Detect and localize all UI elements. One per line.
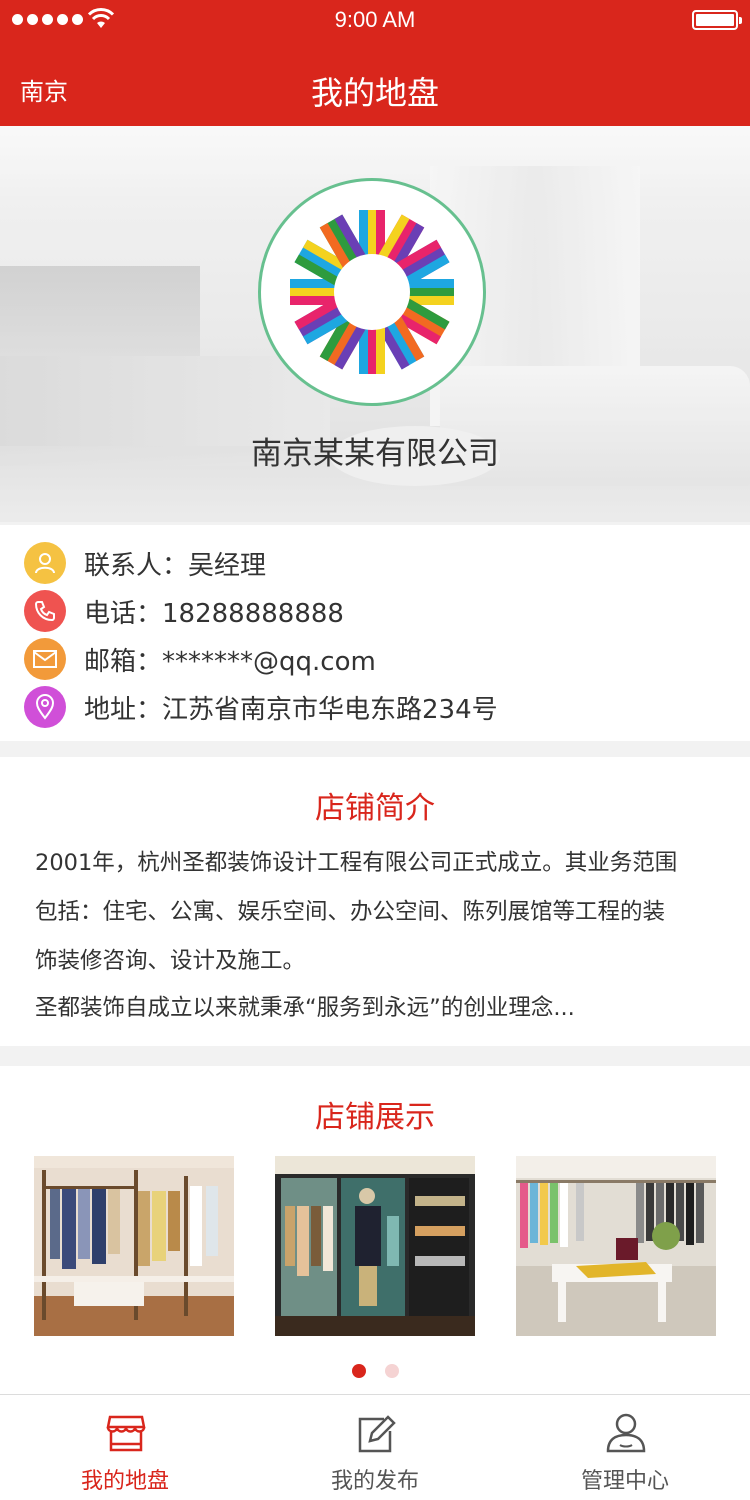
tab-management[interactable]: 管理中心 (500, 1395, 750, 1500)
tab-my-posts[interactable]: 我的发布 (250, 1395, 500, 1500)
store-showcase: 店铺展示 (0, 1066, 750, 1394)
contact-phone-row: 电话：18288888888 (24, 590, 344, 632)
intro-line[interactable]: 圣都装饰自成立以来就秉承“服务到永远”的创业理念... (35, 990, 725, 1022)
phone-icon (24, 590, 66, 632)
contact-person-row: 联系人：吴经理 (24, 542, 266, 584)
colorful-sun-logo-icon (290, 210, 454, 374)
intro-line: 饰装修咨询、设计及施工。 (35, 948, 306, 974)
intro-line: 包括：住宅、公寓、娱乐空间、办公空间、陈列展馆等工程的装 (35, 899, 666, 925)
contact-phone[interactable]: 电话：18288888888 (84, 593, 344, 630)
clothing-rack-photo[interactable] (34, 1156, 234, 1336)
app-screen: 9:00 AM 南京 我的地盘 南京某某有限公司 联系人：吴经理 电话：1828… (0, 0, 750, 1500)
store-display-photo[interactable] (516, 1156, 716, 1336)
contact-info: 联系人：吴经理 电话：18288888888 邮箱：*******@qq.com… (0, 525, 750, 741)
contact-email-row: 邮箱：*******@qq.com (24, 638, 376, 680)
carousel-dot-active[interactable] (351, 1364, 366, 1378)
mail-icon (24, 638, 66, 680)
battery-icon (692, 10, 742, 30)
carousel-indicator (0, 1364, 750, 1378)
showcase-title: 店铺展示 (315, 1100, 435, 1135)
tab-label: 我的地盘 (80, 1469, 169, 1494)
store-banner: 南京某某有限公司 (0, 126, 750, 522)
tab-my-territory[interactable]: 我的地盘 (0, 1395, 250, 1500)
edit-icon (358, 1415, 396, 1453)
tab-label: 管理中心 (580, 1469, 669, 1494)
carousel-dot[interactable] (384, 1364, 399, 1378)
tab-bar: 我的地盘 我的发布 管理中心 (0, 1394, 750, 1500)
tab-label: 我的发布 (330, 1469, 419, 1494)
contact-person: 联系人：吴经理 (84, 550, 267, 581)
store-icon (106, 1415, 146, 1452)
person-icon (24, 542, 66, 584)
page-title: 我的地盘 (310, 74, 439, 112)
contact-address-row: 地址：江苏省南京市华电东路234号 (24, 686, 498, 728)
boutique-interior-photo[interactable] (275, 1156, 475, 1336)
contact-address[interactable]: 地址：江苏省南京市华电东路234号 (84, 689, 498, 726)
store-intro: 店铺简介 2001年，杭州圣都装饰设计工程有限公司正式成立。其业务范围 包括：住… (0, 757, 750, 1046)
company-name: 南京某某有限公司 (251, 436, 499, 472)
contact-email[interactable]: 邮箱：*******@qq.com (84, 641, 376, 678)
user-icon (606, 1413, 646, 1453)
location-icon (24, 686, 66, 728)
intro-title: 店铺简介 (315, 791, 435, 826)
company-logo (258, 178, 486, 406)
nav-bar: 南京 我的地盘 (0, 42, 750, 126)
intro-line: 2001年，杭州圣都装饰设计工程有限公司正式成立。其业务范围 (35, 850, 678, 876)
status-time: 9:00 AM (334, 7, 416, 32)
status-bar: 9:00 AM (0, 0, 750, 42)
